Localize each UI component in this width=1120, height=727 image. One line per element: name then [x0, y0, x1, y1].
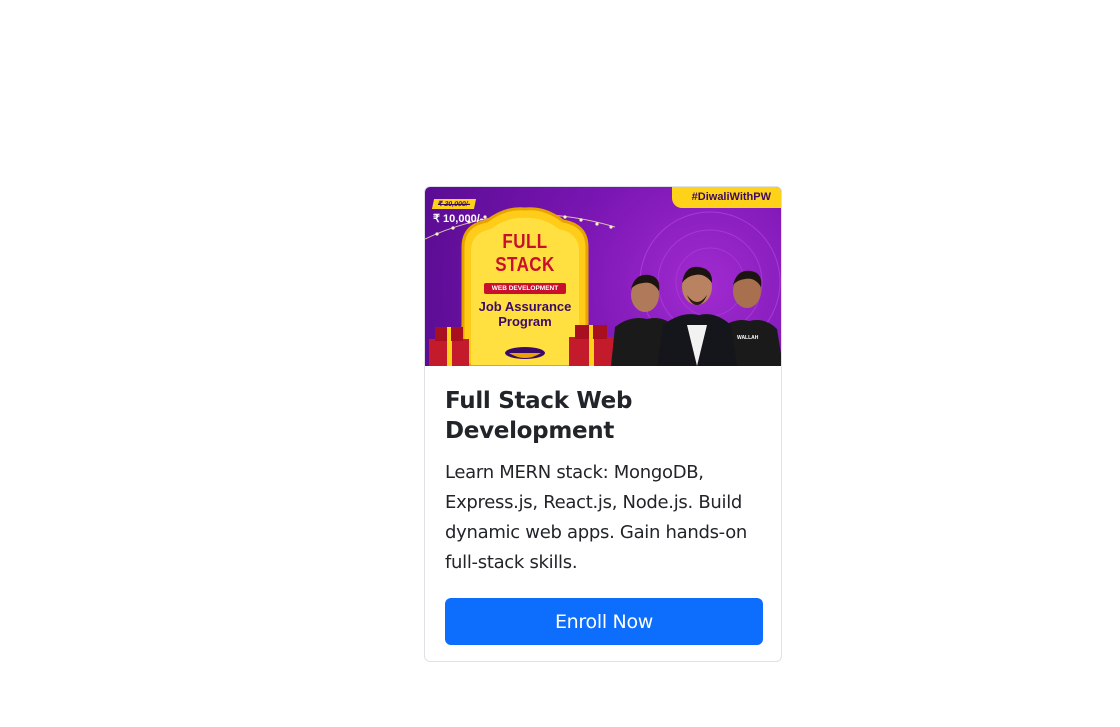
enroll-now-button[interactable]: Enroll Now [445, 598, 763, 645]
banner-headline: FULL STACK [495, 231, 555, 276]
banner-ribbon: WEB DEVELOPMENT [483, 283, 567, 294]
banner-price: ₹ 20,000/- ₹ 10,000/- [431, 193, 484, 225]
course-banner-image: WALLAH #DiwaliWithPW ₹ 20,000/- ₹ 10,000… [425, 187, 781, 366]
course-title: Full Stack Web Development [445, 388, 633, 444]
banner-subtitle: Job Assurance Program [478, 299, 572, 329]
course-description: Learn MERN stack: MongoDB, Express.js, R… [445, 462, 748, 573]
banner-frame-text: FULL STACK WEB DEVELOPMENT Job Assurance… [461, 231, 589, 329]
course-card: WALLAH #DiwaliWithPW ₹ 20,000/- ₹ 10,000… [424, 186, 782, 662]
shirt-logo-text: WALLAH [737, 335, 759, 341]
card-body: Full Stack Web Development Learn MERN st… [425, 366, 781, 645]
original-price: ₹ 20,000/- [431, 199, 477, 209]
discounted-price: ₹ 10,000/- [433, 213, 484, 225]
hashtag-badge: #DiwaliWithPW [671, 187, 781, 208]
